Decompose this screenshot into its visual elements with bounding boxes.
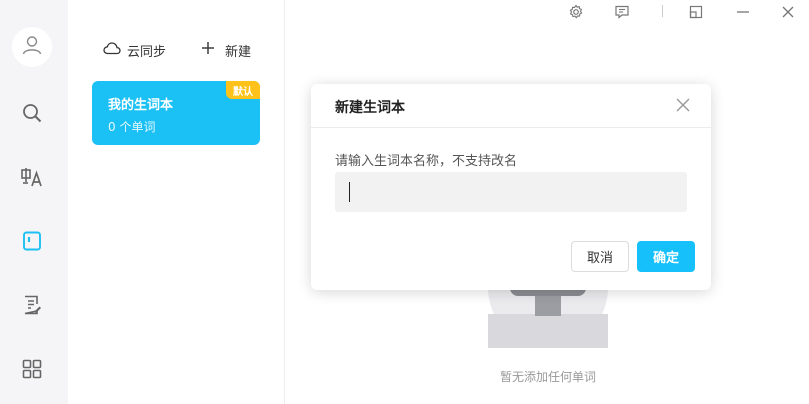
dialog-prompt: 请输入生词本名称，不支持改名 [335,154,518,169]
cloud-sync-label: 云同步 [127,44,167,60]
confirm-button[interactable]: 确定 [637,241,695,272]
default-badge: 默认 [226,81,260,99]
dialog-header: 新建生词本 [311,84,711,128]
wordbook-word-count: 0 个单词 [108,120,156,134]
apps-grid-icon [21,358,43,384]
titlebar-divider [662,5,663,17]
new-wordbook-label: 新建 [225,44,252,60]
sidebar-item-apps[interactable] [20,359,44,383]
sidebar-item-notes[interactable] [20,295,44,319]
close-icon[interactable] [778,2,798,22]
cloud-icon [103,41,121,59]
user-avatar-icon [21,34,43,60]
search-icon [21,102,43,128]
sidebar-item-wordbook[interactable] [20,231,44,255]
notes-edit-icon [21,294,43,320]
wordbook-icon [21,230,43,256]
plus-icon [201,41,215,59]
sidebar-item-search[interactable] [20,103,44,127]
dialog-title: 新建生词本 [335,100,405,116]
minimize-icon[interactable] [733,2,753,22]
gear-icon[interactable] [566,2,586,22]
empty-state-text: 暂无添加任何单词 [499,370,596,384]
wordbook-card[interactable]: 我的生词本 0 个单词 默认 [92,81,260,145]
avatar[interactable] [12,27,52,67]
message-icon[interactable] [612,2,632,22]
window-restore-icon[interactable] [686,2,706,22]
cloud-sync-button[interactable]: 云同步 [103,40,166,60]
sidebar [0,0,68,404]
translate-icon [20,166,44,194]
dialog-close-icon[interactable] [675,97,691,113]
wordbook-name: 我的生词本 [108,98,174,113]
wordbook-name-input[interactable] [335,172,687,212]
empty-state-illustration [488,288,608,348]
new-wordbook-button[interactable]: 新建 [201,40,251,60]
text-caret [349,182,350,202]
wordbook-list-panel: 云同步 新建 我的生词本 0 个单词 默认 [68,0,285,404]
cancel-button[interactable]: 取消 [571,241,629,272]
new-wordbook-dialog: 新建生词本 请输入生词本名称，不支持改名 取消 确定 [311,84,711,290]
sidebar-item-translate[interactable] [20,168,44,192]
